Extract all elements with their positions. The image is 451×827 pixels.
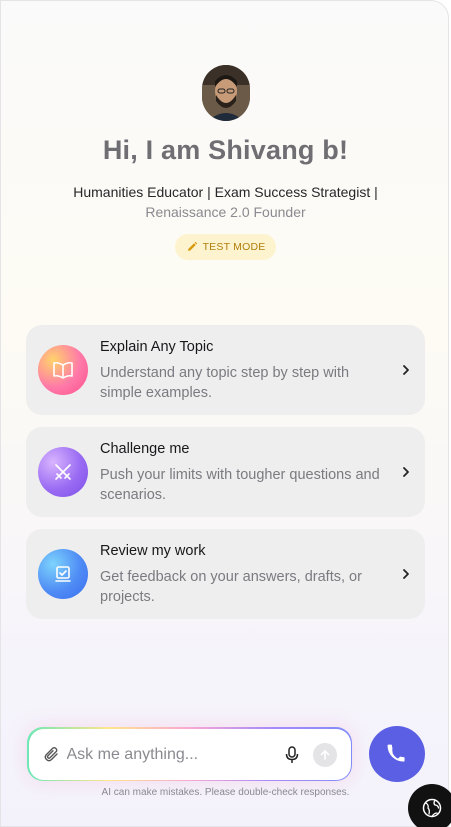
card-description: Push your limits with tougher questions … [100,467,380,503]
chevron-right-icon [403,365,409,375]
microphone-icon[interactable] [285,745,299,764]
paperclip-icon[interactable] [43,746,61,764]
tagline-line-2: Renaissance 2.0 Founder [145,204,306,220]
card-review-work[interactable]: Review my work Get feedback on your answ… [26,529,425,619]
language-button[interactable] [408,784,451,827]
send-button[interactable] [312,742,337,767]
card-title: Challenge me [100,441,190,457]
card-explain-topic[interactable]: Explain Any Topic Understand any topic s… [26,325,425,415]
book-icon [38,345,88,395]
profile-tagline: Humanities Educator | Exam Success Strat… [21,182,430,222]
pencil-icon [187,241,197,251]
badge-label: TEST MODE [202,241,266,253]
chevron-right-icon [403,569,409,579]
globe-icon [422,798,442,818]
test-mode-badge: TEST MODE [175,234,276,260]
ai-disclaimer: AI can make mistakes. Please double-chec… [101,787,350,798]
card-title: Review my work [100,543,206,559]
chevron-right-icon [403,467,409,477]
avatar [202,65,250,121]
card-challenge-me[interactable]: Challenge me Push your limits with tough… [26,427,425,517]
greeting-title: Hi, I am Shivang b! [102,135,349,165]
phone-icon [387,744,405,762]
card-title: Explain Any Topic [100,339,214,355]
tagline-line-1: Humanities Educator | Exam Success Strat… [73,184,378,200]
chat-input-container [27,727,352,781]
chat-input-box [28,728,351,780]
card-description: Understand any topic step by step with s… [100,365,350,401]
card-description: Get feedback on your answers, drafts, or… [100,569,362,605]
arrow-up-icon [320,749,329,760]
app-frame: Hi, I am Shivang b! Humanities Educator … [0,0,449,827]
chat-input[interactable] [66,740,277,769]
voice-call-button[interactable] [369,726,425,782]
review-icon [38,549,88,599]
swords-icon [38,447,88,497]
